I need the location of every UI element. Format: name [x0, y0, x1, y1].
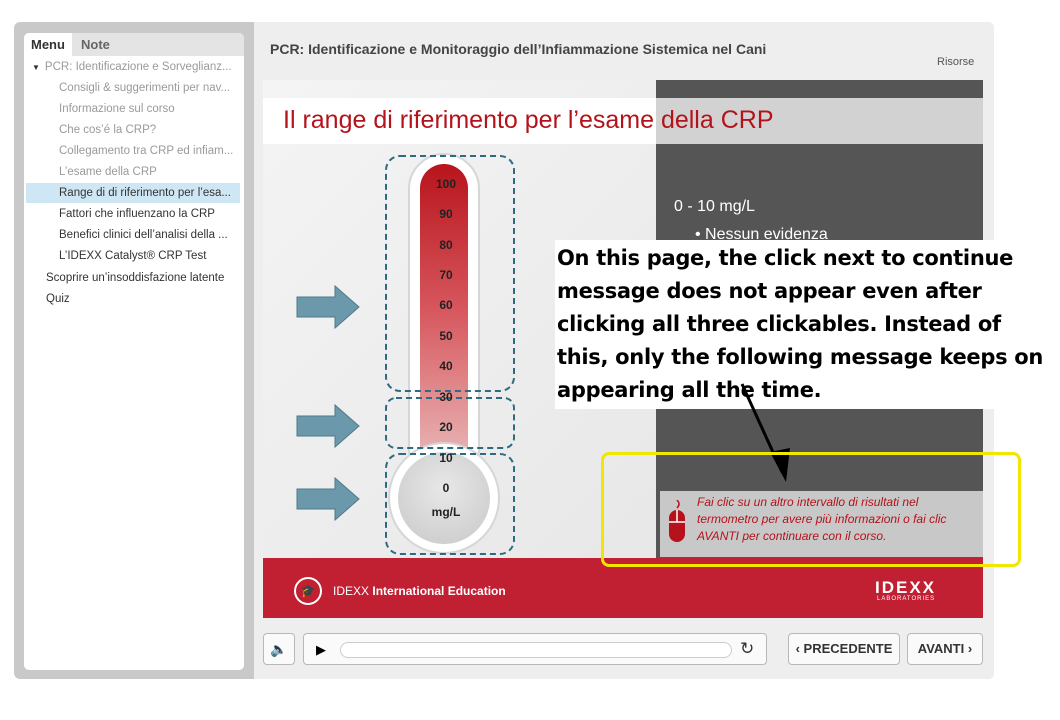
tick-label: 20 [439, 420, 453, 434]
arrow-right-icon [296, 476, 360, 522]
menu-item-range[interactable]: Range di di riferimento per l’esa... [26, 183, 240, 203]
idexx-logo: IDEXX [875, 578, 937, 597]
idexx-logo-sub: LABORATORIES [877, 596, 936, 602]
menu-item-informazione[interactable]: Informazione sul corso [59, 99, 241, 119]
tick-label: 90 [439, 207, 453, 221]
footer-brand-suffix: International Education [372, 584, 506, 598]
volume-button[interactable]: 🔈 [263, 633, 295, 665]
prev-button-label: PRECEDENTE [803, 641, 893, 656]
tick-label: 50 [439, 329, 453, 343]
player-bar: ▶ ↻ [303, 633, 767, 665]
thermometer-bulb [398, 452, 490, 544]
next-button-label: AVANTI [917, 641, 965, 656]
progress-bar[interactable] [340, 642, 732, 658]
tick-label: 80 [439, 238, 453, 252]
menu-item-crp[interactable]: Che cos’é la CRP? [59, 120, 241, 140]
annotation-highlight [601, 452, 1021, 567]
tick-label: 70 [439, 268, 453, 282]
course-title: PCR: Identificazione e Monitoraggio dell… [270, 41, 767, 57]
tick-label: 30 [439, 390, 453, 404]
menu-item-collegamento[interactable]: Collegamento tra CRP ed infiam... [59, 141, 241, 161]
prev-button[interactable]: ‹ PRECEDENTE [788, 633, 900, 665]
menu-item-consigli[interactable]: Consigli & suggerimenti per nav... [59, 78, 241, 98]
expand-triangle-icon[interactable]: ▼ [32, 63, 40, 72]
tab-note[interactable]: Note [74, 33, 117, 56]
sidebar-tabs: Menu Note [24, 33, 244, 56]
menu-item-benefici[interactable]: Benefici clinici dell’analisi della ... [59, 225, 241, 245]
chevron-left-icon: ‹ [795, 641, 804, 656]
reload-icon[interactable]: ↻ [740, 639, 754, 659]
tick-label: 100 [436, 177, 456, 191]
menu-item-quiz[interactable]: Quiz [46, 289, 241, 309]
info-range: 0 - 10 mg/L [674, 198, 755, 215]
menu-item-fattori[interactable]: Fattori che influenzano la CRP [59, 204, 241, 224]
player-controls: 🔈 ▶ ↻ ‹ PRECEDENTE AVANTI › [263, 633, 983, 666]
arrow-right-icon [296, 403, 360, 449]
next-button[interactable]: AVANTI › [907, 633, 983, 665]
footer-brand-prefix: IDEXX [333, 584, 370, 598]
menu-item-scoprire[interactable]: Scoprire un’insoddisfazione latente [46, 268, 241, 288]
menu-item-catalyst[interactable]: L’IDEXX Catalyst® CRP Test [59, 246, 241, 266]
sidebar: Menu Note ▼ PCR: Identificazione e Sorveg… [24, 33, 244, 670]
menu-item-pcr[interactable]: ▼ PCR: Identificazione e Sorveglianz... [24, 57, 244, 77]
resources-link[interactable]: Risorse [937, 56, 974, 68]
chevron-right-icon: › [964, 641, 973, 656]
tick-label: 40 [439, 359, 453, 373]
menu-item-label: PCR: Identificazione e Sorveglianz... [44, 61, 232, 73]
play-icon[interactable]: ▶ [316, 642, 326, 658]
arrow-right-icon [296, 284, 360, 330]
tick-label: 60 [439, 298, 453, 312]
tick-label: 0 [443, 481, 450, 495]
volume-icon: 🔈 [270, 641, 288, 657]
tab-menu[interactable]: Menu [24, 33, 72, 56]
graduation-cap-icon: 🎓 [294, 577, 322, 605]
unit-label: mg/L [432, 505, 461, 519]
footer-brand: IDEXX International Education [333, 584, 506, 598]
tick-label: 10 [439, 451, 453, 465]
menu-item-esame[interactable]: L’esame della CRP [59, 162, 241, 182]
